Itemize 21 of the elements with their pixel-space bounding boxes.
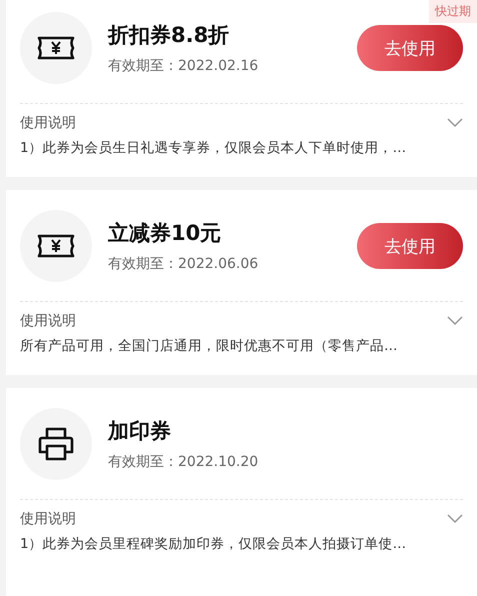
notes-label: 使用说明 (20, 114, 76, 132)
chevron-icon[interactable] (447, 514, 463, 524)
coupon-title: 加印券 (108, 418, 172, 445)
validity-date: 有效期至：2022.02.16 (108, 57, 260, 75)
printer-icon (37, 426, 75, 462)
coupon-title: 立减券10元 (108, 220, 222, 247)
notes-text: 1）此券为会员里程碑奖励加印券，仅限会员本人拍摄订单使… (20, 536, 406, 552)
ticket-icon (36, 233, 76, 259)
chevron-icon[interactable] (447, 118, 463, 128)
validity-date: 有效期至：2022.10.20 (108, 453, 260, 471)
notes-label: 使用说明 (20, 312, 76, 330)
notes-label: 使用说明 (20, 510, 76, 528)
notes-text: 1）此券为会员生日礼遇专享券，仅限会员本人下单时使用，… (20, 140, 406, 156)
chevron-icon[interactable] (447, 316, 463, 326)
validity-date: 有效期至：2022.06.06 (108, 255, 260, 273)
use-button[interactable]: 去使用 (357, 223, 463, 269)
ticket-icon (36, 35, 76, 61)
coupon-title: 折扣券8.8折 (108, 22, 230, 49)
expiring-badge: 快过期 (429, 0, 477, 23)
notes-text: 所有产品可用，全国门店通用，限时优惠不可用（零售产品… (20, 338, 398, 354)
use-button[interactable]: 去使用 (357, 25, 463, 71)
